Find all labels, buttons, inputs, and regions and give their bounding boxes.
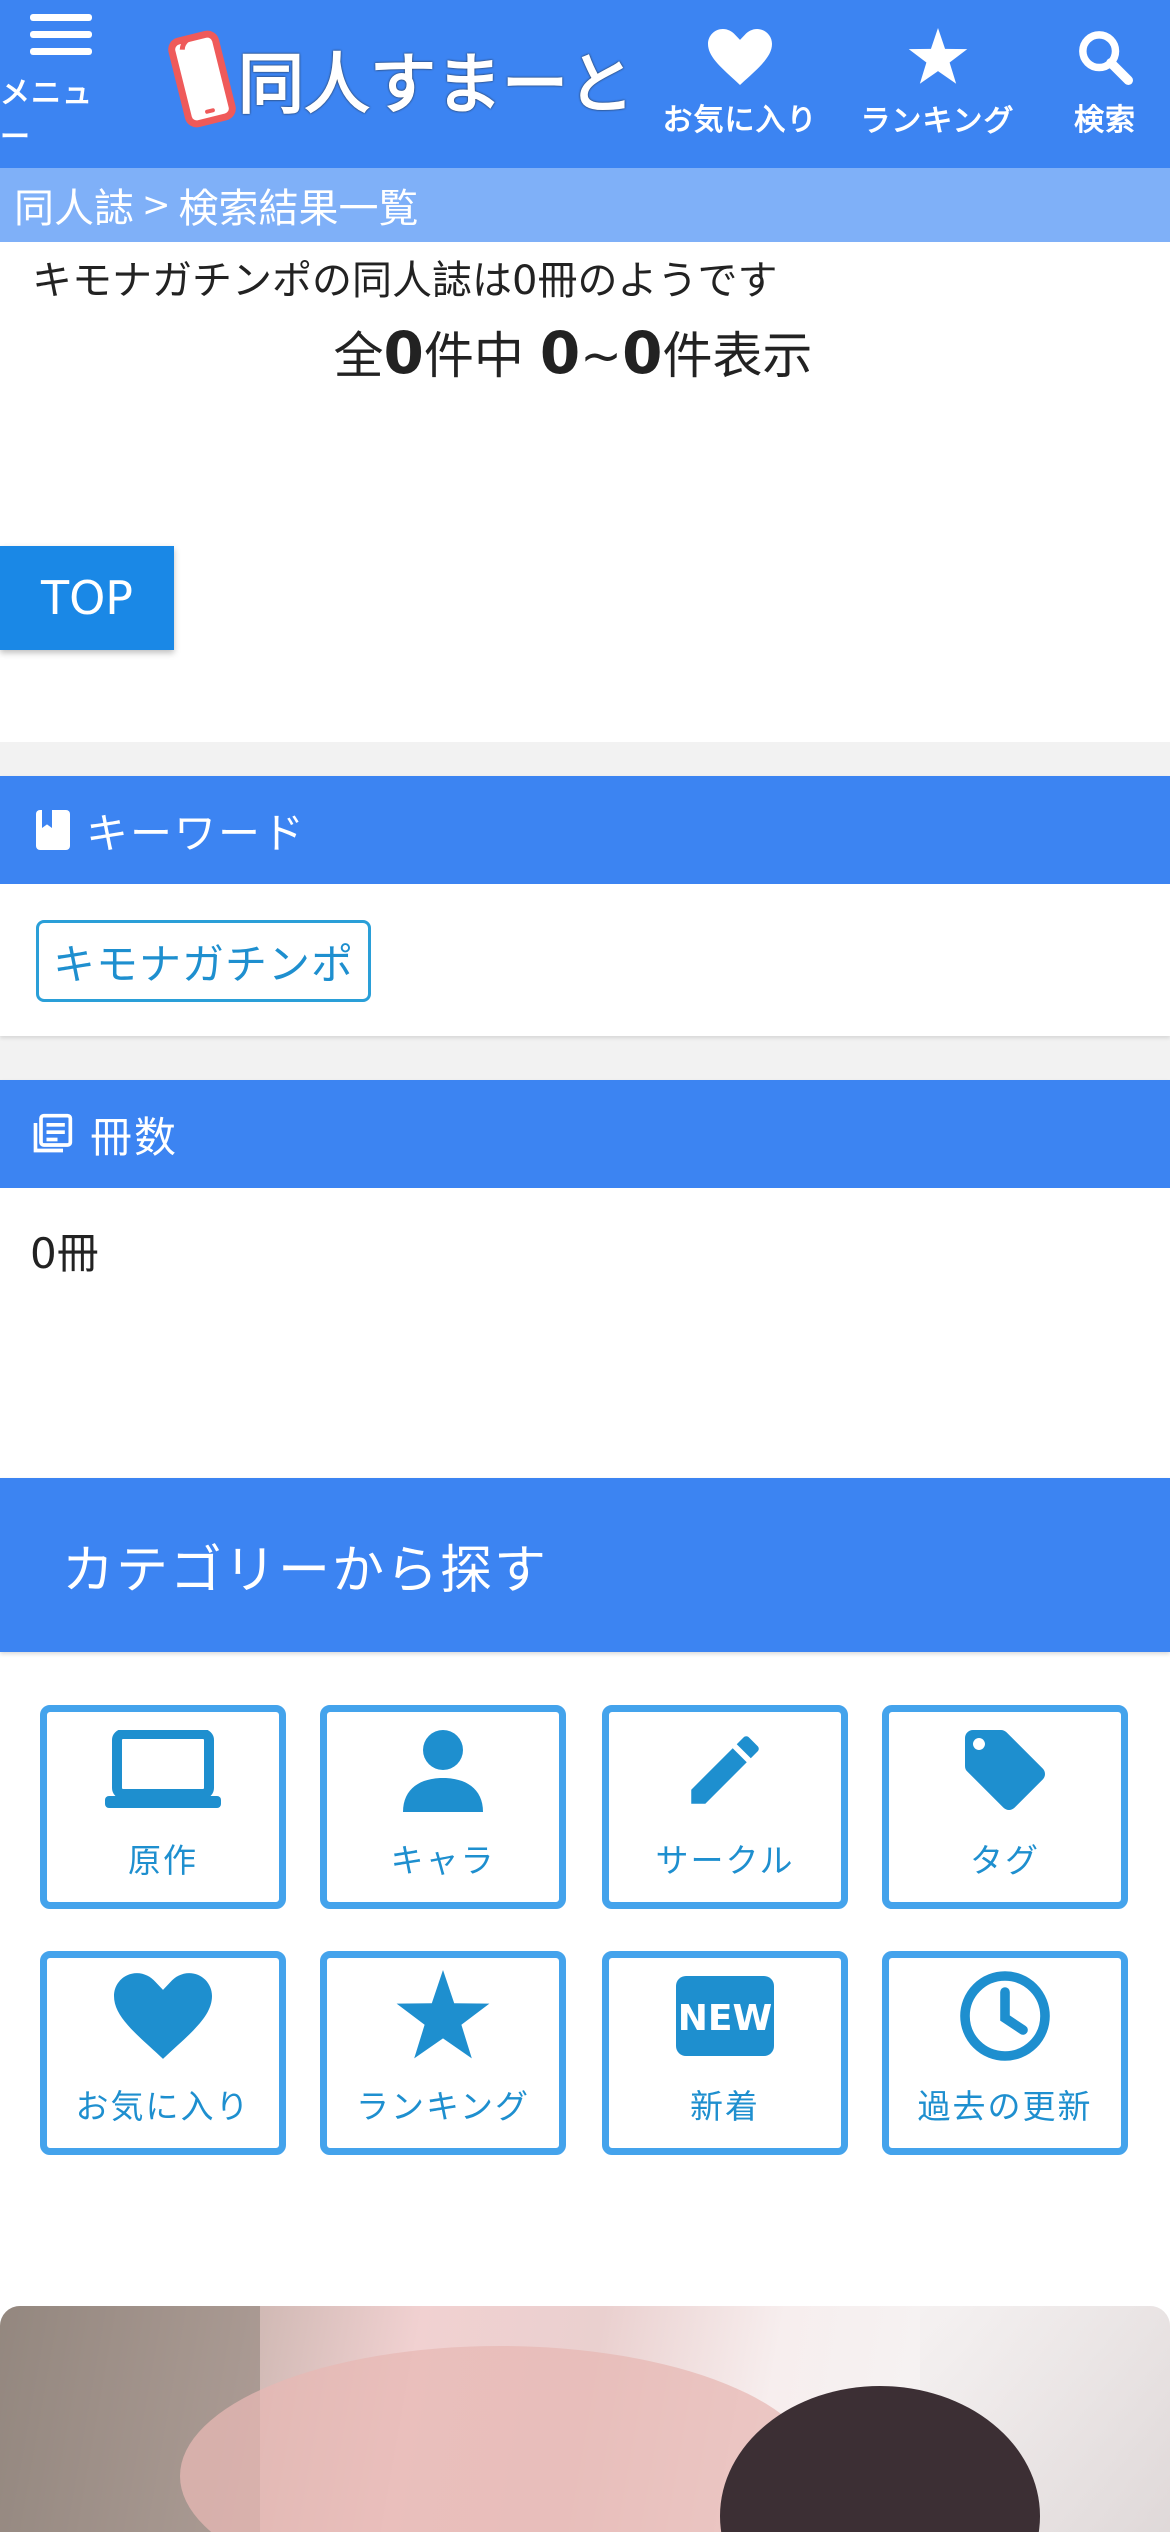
pencil-icon [680,1720,770,1820]
result-message: キモナガチンポの同人誌は0冊のようです [32,258,778,304]
breadcrumb-root[interactable]: 同人誌 [14,176,134,234]
count-header: 冊数 [0,1080,1170,1188]
keyword-header: キーワード [0,776,1170,884]
person-icon [401,1720,485,1820]
count-total: 0 [383,319,424,387]
app-header: メニュー 同人すまーと お気に入り ランキング 検索 [0,0,1170,168]
category-label: サークル [655,1841,795,1880]
category-label: お気に入り [75,2087,251,2126]
ranking-label: ランキング [860,104,1015,139]
clock-icon [957,1966,1053,2066]
site-logo[interactable]: 同人すまーと [165,24,634,134]
category-label: 過去の更新 [917,2087,1093,2126]
count-section: 冊数 0冊 [0,1080,1170,1310]
menu-button[interactable]: メニュー [0,0,122,168]
search-label: 検索 [1074,103,1136,138]
category-character[interactable]: キャラ [320,1705,566,1909]
favorites-button[interactable]: お気に入り [660,0,820,168]
ad-banner-image[interactable] [0,2306,1170,2532]
category-tag[interactable]: タグ [882,1705,1128,1909]
svg-text:NEW: NEW [678,1998,772,2039]
book-icon [36,810,70,850]
search-button[interactable]: 検索 [1060,0,1150,168]
top-button[interactable]: TOP [0,546,174,650]
category-label: タグ [970,1841,1040,1880]
category-ranking[interactable]: ランキング [320,1951,566,2155]
star-icon [395,1966,491,2066]
book-count-value: 0冊 [30,1229,99,1278]
laptop-icon [105,1720,221,1820]
library-books-icon [30,1112,74,1156]
category-new[interactable]: NEW 新着 [602,1951,848,2155]
phone-logo-icon [165,28,239,130]
heart-icon [708,29,772,89]
category-label: キャラ [390,1841,496,1880]
category-header: カテゴリーから探す [0,1478,1170,1652]
breadcrumb-separator: > [142,185,171,225]
category-label: 原作 [128,1841,198,1880]
search-icon [1077,29,1133,89]
category-history[interactable]: 過去の更新 [882,1951,1128,2155]
hamburger-icon [30,12,92,62]
breadcrumb: 同人誌 > 検索結果一覧 [0,168,1170,242]
menu-label: メニュー [0,76,93,155]
category-favorites[interactable]: お気に入り [40,1951,286,2155]
range-start: 0 [539,319,581,387]
new-badge-icon: NEW [676,1966,774,2066]
category-label: 新着 [690,2087,760,2126]
keyword-tag[interactable]: キモナガチンポ [36,920,372,1002]
results-panel: キモナガチンポの同人誌は0冊のようです 全0件中 0~0件表示 [0,242,1170,742]
tag-icon [957,1720,1053,1820]
category-circle[interactable]: サークル [602,1705,848,1909]
range-sep: ~ [580,327,623,385]
result-count: 全0件中 0~0件表示 [0,316,1170,388]
category-label: ランキング [355,2087,530,2126]
logo-text: 同人すまーと [238,46,634,123]
count-prefix: 全 [333,327,384,385]
range-end: 0 [622,319,663,387]
star-icon [907,28,969,90]
category-original[interactable]: 原作 [40,1705,286,1909]
count-title: 冊数 [90,1112,179,1162]
favorites-label: お気に入り [662,103,818,138]
keyword-title: キーワード [86,808,307,858]
count-suffix: 件表示 [662,327,813,385]
heart-icon [114,1966,212,2066]
count-mid: 件中 [423,327,524,385]
keyword-section: キーワード キモナガチンポ [0,776,1170,1036]
breadcrumb-current: 検索結果一覧 [178,186,419,232]
ranking-button[interactable]: ランキング [855,0,1020,168]
